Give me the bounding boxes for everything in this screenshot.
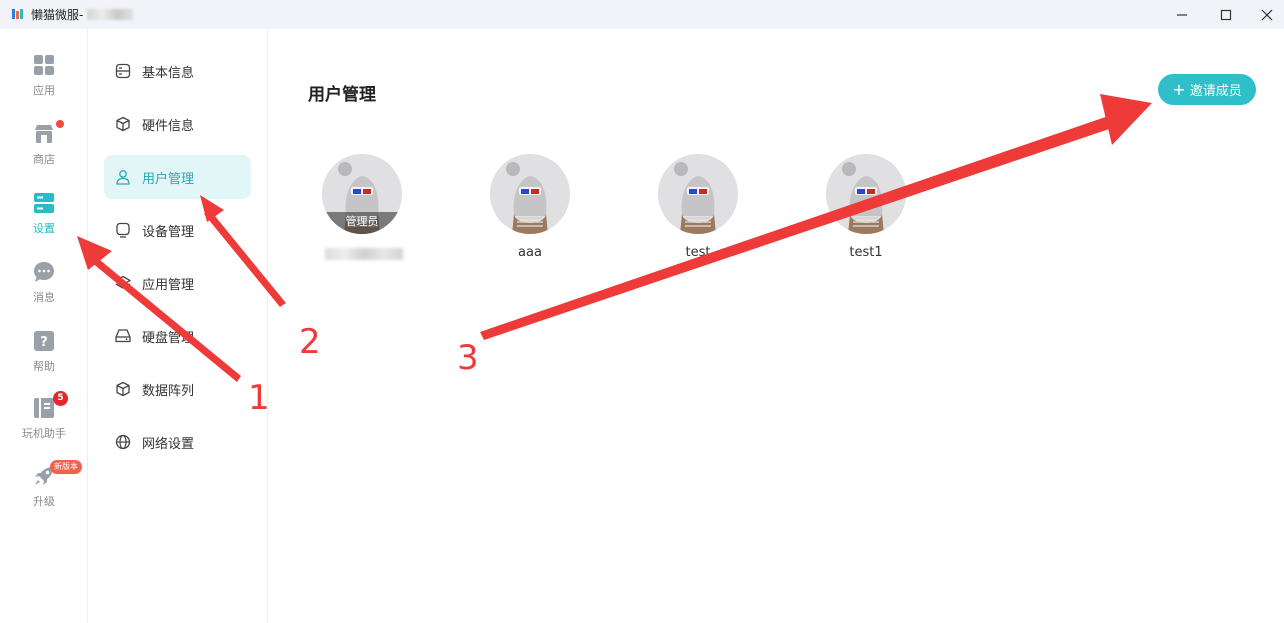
rail-label: 设置 (33, 222, 55, 235)
settings-submenu: 基本信息 硬件信息 用户管理 设备管理 应用管理 硬盘管理 数据阵列 网络设置 (88, 29, 268, 623)
rail-item-settings[interactable]: 设置 (0, 192, 88, 252)
main-content: 用户管理 + 邀请成员 管理员 aaa test test1 (268, 29, 1284, 623)
submenu-label: 应用管理 (142, 278, 195, 293)
member-name: test (685, 245, 711, 260)
device-icon (116, 222, 130, 238)
rail-label: 消息 (33, 291, 55, 304)
member-card[interactable]: 管理员 (322, 154, 403, 260)
grid-icon (34, 55, 54, 75)
upgrade-badge: 新版本 (50, 460, 82, 474)
help-icon: ? (34, 331, 54, 351)
submenu-label: 用户管理 (142, 172, 195, 187)
rail-label: 升级 (33, 495, 55, 508)
avatar-image (658, 154, 738, 234)
submenu-label: 网络设置 (142, 437, 195, 452)
annotation-number-2: 2 (299, 322, 321, 362)
rail-label: 帮助 (33, 360, 55, 373)
rail-item-store[interactable]: 商店 (0, 120, 88, 183)
minimize-icon (1177, 13, 1187, 16)
member-name-redacted (325, 248, 403, 260)
title-bar: 懒猫微服- (0, 0, 1284, 29)
close-icon (1261, 9, 1273, 20)
avatar-image (490, 154, 570, 234)
svg-text:?: ? (40, 335, 48, 350)
store-icon (35, 125, 53, 143)
submenu-label: 硬盘管理 (142, 331, 195, 346)
avatar (490, 154, 570, 234)
annotation-number-1: 1 (248, 378, 270, 418)
submenu-label: 硬件信息 (142, 119, 195, 134)
window-title-redacted (87, 9, 133, 20)
rail-item-apps[interactable]: 应用 (0, 54, 88, 114)
cube-icon (116, 116, 130, 132)
rail-label: 应用 (33, 84, 55, 97)
maximize-icon (1220, 9, 1232, 20)
annotation-number-3: 3 (457, 338, 479, 378)
maximize-button[interactable] (1203, 0, 1249, 29)
user-icon (116, 170, 130, 185)
rail-item-help[interactable]: ? 帮助 (0, 330, 88, 390)
submenu-label: 数据阵列 (142, 384, 195, 399)
assistant-badge: 5 (53, 391, 68, 406)
submenu-item-basic-info[interactable]: 基本信息 (104, 49, 251, 93)
rail-item-assistant[interactable]: 5 玩机助手 (0, 391, 88, 457)
submenu-item-disk-management[interactable]: 硬盘管理 (104, 314, 251, 358)
submenu-item-app-management[interactable]: 应用管理 (104, 261, 251, 305)
submenu-item-data-array[interactable]: 数据阵列 (104, 367, 251, 411)
member-name: test1 (849, 245, 883, 260)
app-logo-icon (12, 9, 23, 19)
submenu-item-hardware-info[interactable]: 硬件信息 (104, 102, 251, 146)
store-notification-dot (56, 120, 64, 128)
minimize-button[interactable] (1159, 0, 1205, 29)
rail-label: 玩机助手 (22, 427, 66, 440)
chat-icon (34, 262, 54, 282)
rail-item-upgrade[interactable]: 新版本 升级 (0, 460, 88, 525)
icon-rail: 应用 商店 设置 消息 ? 帮助 5 玩机助手 新版本 升级 (0, 29, 88, 623)
avatar (826, 154, 906, 234)
page-title: 用户管理 (308, 85, 376, 105)
submenu-label: 基本信息 (142, 66, 195, 81)
submenu-item-network-settings[interactable]: 网络设置 (104, 420, 251, 464)
admin-role-label: 管理员 (322, 212, 402, 234)
close-button[interactable] (1244, 0, 1284, 29)
invite-member-label: 邀请成员 (1189, 84, 1242, 99)
member-name: aaa (518, 245, 542, 260)
globe-icon (115, 434, 131, 450)
rail-item-messages[interactable]: 消息 (0, 261, 88, 321)
submenu-item-user-management[interactable]: 用户管理 (104, 155, 251, 199)
member-card[interactable]: aaa (490, 154, 570, 260)
book-icon (34, 398, 54, 418)
app-window: 懒猫微服- 应用 商店 设置 消息 ? 帮助 5 玩机助手 新版本 升级 基本信… (0, 0, 1284, 623)
member-card[interactable]: test (658, 154, 738, 260)
cube-icon (116, 381, 130, 397)
avatar (658, 154, 738, 234)
settings-icon (34, 193, 54, 213)
plus-icon: + (1172, 79, 1186, 99)
server-icon (115, 63, 131, 79)
avatar-image (826, 154, 906, 234)
window-title: 懒猫微服- (31, 8, 84, 22)
disk-icon (115, 329, 131, 343)
invite-member-button[interactable]: + 邀请成员 (1158, 74, 1256, 105)
submenu-label: 设备管理 (142, 225, 195, 240)
layers-icon (115, 275, 131, 289)
avatar: 管理员 (322, 154, 402, 234)
rail-label: 商店 (33, 153, 55, 166)
submenu-item-device-management[interactable]: 设备管理 (104, 208, 251, 252)
member-card[interactable]: test1 (826, 154, 906, 260)
